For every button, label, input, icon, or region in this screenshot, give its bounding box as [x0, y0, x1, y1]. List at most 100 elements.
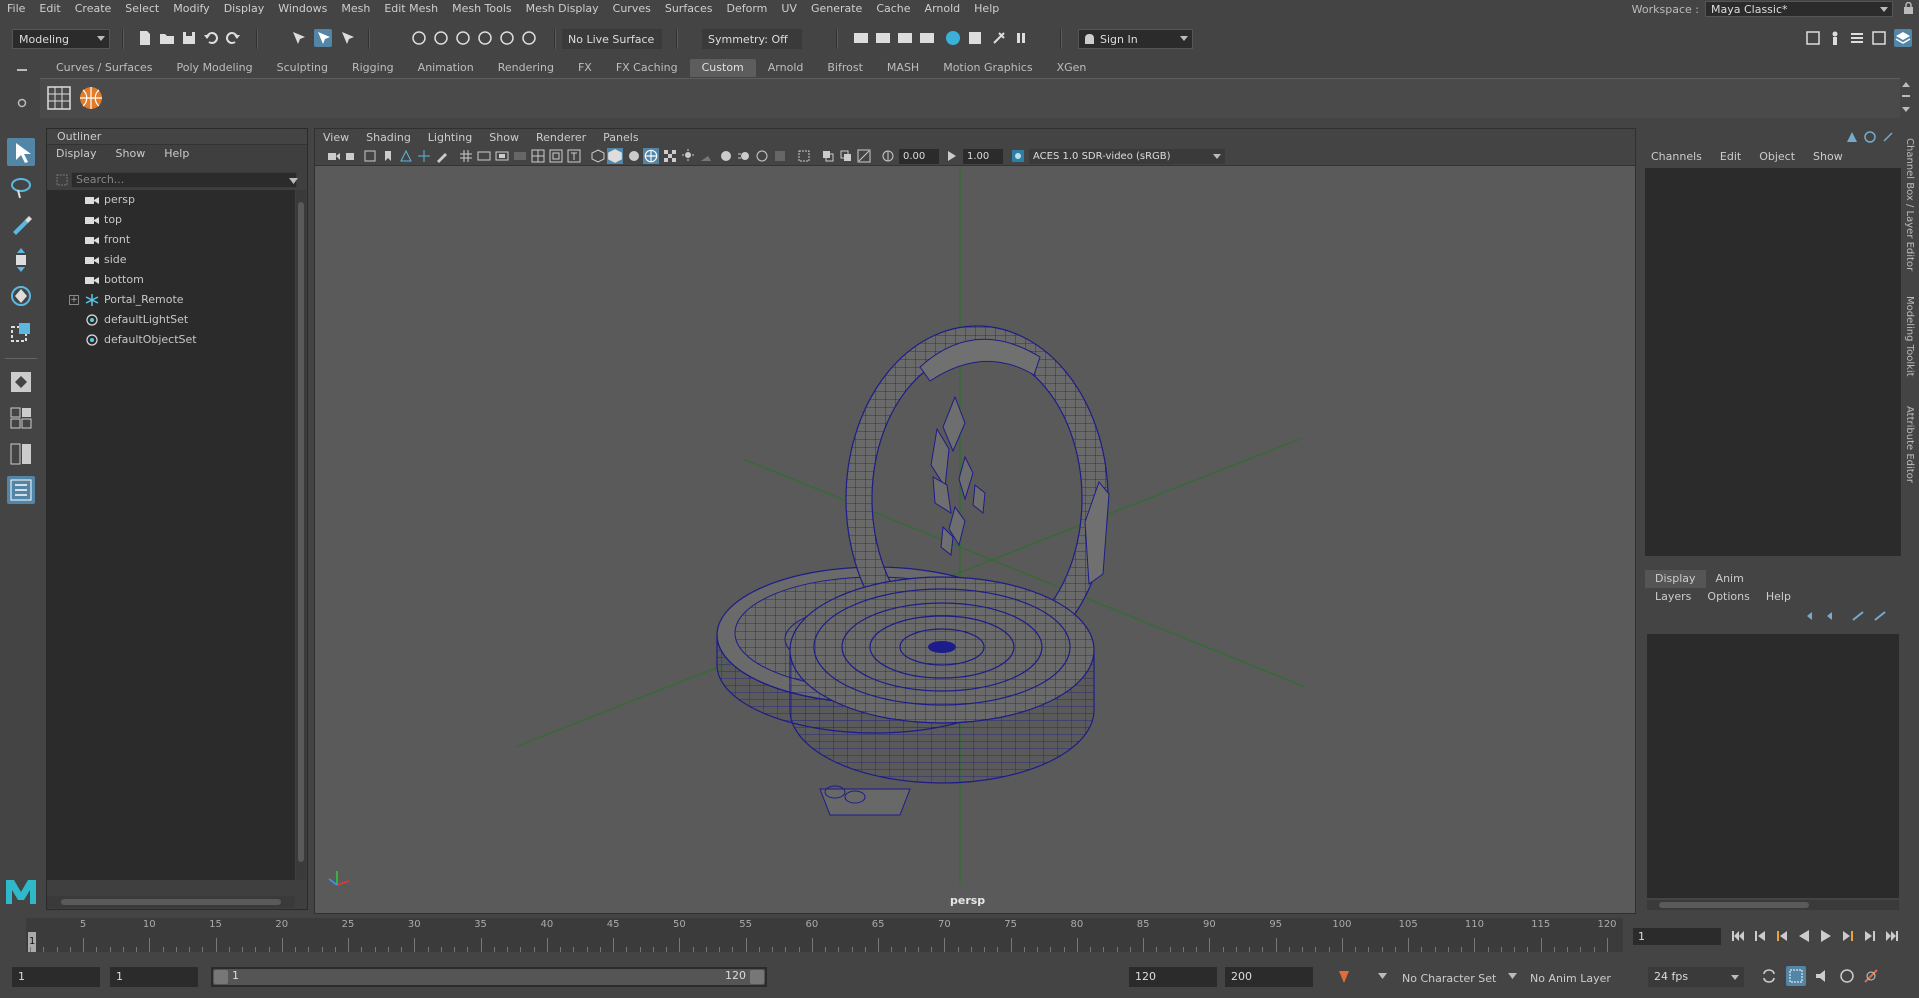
default-material-icon[interactable]: [627, 149, 641, 163]
time-ruler[interactable]: 1 5 10 15 20 25 30 35 40 45 50 55 60 65 70 75 80 85 90 95 1…: [26, 918, 1623, 952]
menu-file[interactable]: File: [0, 2, 32, 15]
select-object-mode-button[interactable]: [314, 29, 332, 47]
pin-icon[interactable]: [1881, 130, 1895, 144]
shelf-settings-icon[interactable]: [17, 98, 27, 108]
camera-select-icon[interactable]: [327, 149, 341, 163]
chevron-down-icon[interactable]: [289, 178, 298, 184]
shelf-tab-rendering[interactable]: Rendering: [486, 59, 566, 77]
channel-box-menu-show[interactable]: Show: [1813, 150, 1843, 163]
lasso-tool-button[interactable]: [7, 174, 35, 202]
gamma-field[interactable]: 1.00: [963, 149, 1003, 164]
shelf-tab-fx[interactable]: FX: [566, 59, 604, 77]
symmetry-dropdown[interactable]: Symmetry: Off: [702, 29, 802, 49]
arnold-render-icon[interactable]: [990, 29, 1008, 47]
new-scene-icon[interactable]: [136, 29, 154, 47]
tab-attribute-editor[interactable]: Attribute Editor: [1904, 406, 1915, 483]
viewport-menu-panels[interactable]: Panels: [603, 131, 638, 144]
snap-pivot-icon[interactable]: [520, 29, 538, 47]
pause-icon[interactable]: [1012, 29, 1030, 47]
outliner-menu-show[interactable]: Show: [116, 147, 146, 160]
anti-aliasing-icon[interactable]: [755, 149, 769, 163]
layer-horizontal-scrollbar[interactable]: [1647, 900, 1899, 910]
range-slider-thumb[interactable]: [213, 969, 765, 985]
tool-settings-toggle-icon[interactable]: [1870, 29, 1888, 47]
step-forward-frame-icon[interactable]: [1862, 928, 1878, 944]
undo-icon[interactable]: [202, 29, 220, 47]
hypershade-icon[interactable]: [944, 29, 962, 47]
layer-menu-help[interactable]: Help: [1766, 590, 1791, 606]
move-layer-down-icon[interactable]: [1825, 610, 1839, 622]
range-end-handle[interactable]: [750, 970, 764, 984]
outliner-item[interactable]: defaultLightSet: [47, 310, 295, 330]
shelf-tab-animation[interactable]: Animation: [406, 59, 486, 77]
outliner-item[interactable]: persp: [47, 190, 295, 210]
chevron-down-icon[interactable]: [1378, 973, 1387, 979]
snap-view-plane-icon[interactable]: [476, 29, 494, 47]
render-view-icon[interactable]: [966, 29, 984, 47]
tab-display[interactable]: Display: [1645, 570, 1706, 588]
grease-pencil-icon[interactable]: [435, 149, 449, 163]
outliner-vertical-scrollbar[interactable]: [296, 190, 306, 880]
animation-start-field[interactable]: 1: [12, 967, 100, 987]
safe-title-icon[interactable]: [567, 149, 581, 163]
ipr-render-icon[interactable]: [896, 29, 914, 47]
menu-arnold[interactable]: Arnold: [918, 2, 968, 15]
menu-edit-mesh[interactable]: Edit Mesh: [377, 2, 445, 15]
shelf-tab-arnold[interactable]: Arnold: [756, 59, 816, 77]
menu-surfaces[interactable]: Surfaces: [658, 2, 720, 15]
shelf-tab-motion-graphics[interactable]: Motion Graphics: [931, 59, 1044, 77]
outliner-search-input[interactable]: Search...: [71, 172, 297, 188]
menu-deform[interactable]: Deform: [719, 2, 774, 15]
go-to-start-icon[interactable]: [1730, 928, 1746, 944]
shelf-tab-custom[interactable]: Custom: [689, 59, 756, 77]
image-plane-icon[interactable]: [399, 149, 413, 163]
outliner-item[interactable]: defaultObjectSet: [47, 330, 295, 350]
menu-uv[interactable]: UV: [774, 2, 804, 15]
animation-preferences-icon[interactable]: [1862, 967, 1880, 985]
snap-point-icon[interactable]: [454, 29, 472, 47]
basketball-shader-icon[interactable]: [78, 85, 104, 111]
shelf-tab-poly-modeling[interactable]: Poly Modeling: [165, 59, 265, 77]
outliner-horizontal-scrollbar[interactable]: [47, 896, 295, 908]
range-start-handle[interactable]: [214, 970, 228, 984]
bookmark-icon[interactable]: [381, 149, 395, 163]
viewport-menu-shading[interactable]: Shading: [366, 131, 411, 144]
select-hierarchy-icon[interactable]: [290, 29, 308, 47]
step-back-frame-icon[interactable]: [1752, 928, 1768, 944]
workspace-dropdown[interactable]: Maya Classic*: [1705, 1, 1893, 17]
rotate-tool-button[interactable]: [7, 282, 35, 310]
scroll-thumb[interactable]: [1659, 902, 1809, 908]
textured-icon[interactable]: [663, 149, 677, 163]
render-settings-icon[interactable]: [918, 29, 936, 47]
expand-toggle-icon[interactable]: +: [69, 295, 79, 305]
select-component-icon[interactable]: [338, 29, 356, 47]
depth-of-field-icon[interactable]: [773, 149, 787, 163]
step-forward-key-icon[interactable]: [1840, 928, 1856, 944]
viewport-menu-show[interactable]: Show: [489, 131, 519, 144]
sign-in-dropdown[interactable]: Sign In: [1078, 29, 1193, 49]
viewport-menu-renderer[interactable]: Renderer: [536, 131, 586, 144]
menu-mesh-display[interactable]: Mesh Display: [519, 2, 606, 15]
shelf-tab-bifrost[interactable]: Bifrost: [815, 59, 875, 77]
step-back-key-icon[interactable]: [1774, 928, 1790, 944]
shelf-tab-fx-caching[interactable]: FX Caching: [604, 59, 690, 77]
layer-menu-layers[interactable]: Layers: [1655, 590, 1691, 606]
playback-start-field[interactable]: 1: [110, 967, 198, 987]
shadows-icon[interactable]: [699, 149, 713, 163]
outliner-layout-button[interactable]: [7, 476, 35, 504]
fps-dropdown[interactable]: 24 fps: [1648, 967, 1744, 987]
rotate-view-icon[interactable]: [1863, 130, 1877, 144]
playback-range-slider[interactable]: 1 120: [211, 967, 767, 987]
play-backwards-icon[interactable]: [1796, 928, 1812, 944]
menu-curves[interactable]: Curves: [606, 2, 658, 15]
color-management-icon[interactable]: [1011, 149, 1025, 163]
outliner-item[interactable]: front: [47, 230, 295, 250]
chevron-down-icon[interactable]: [1508, 973, 1517, 979]
resolution-gate-icon[interactable]: [495, 149, 509, 163]
render-sequence-icon[interactable]: [874, 29, 892, 47]
cache-playback-toggle[interactable]: [1786, 966, 1806, 986]
shelf-tab-mash[interactable]: MASH: [875, 59, 931, 77]
mesh-base-platform[interactable]: [789, 576, 1095, 816]
field-chart-icon[interactable]: [531, 149, 545, 163]
smooth-shade-button[interactable]: [607, 148, 623, 164]
